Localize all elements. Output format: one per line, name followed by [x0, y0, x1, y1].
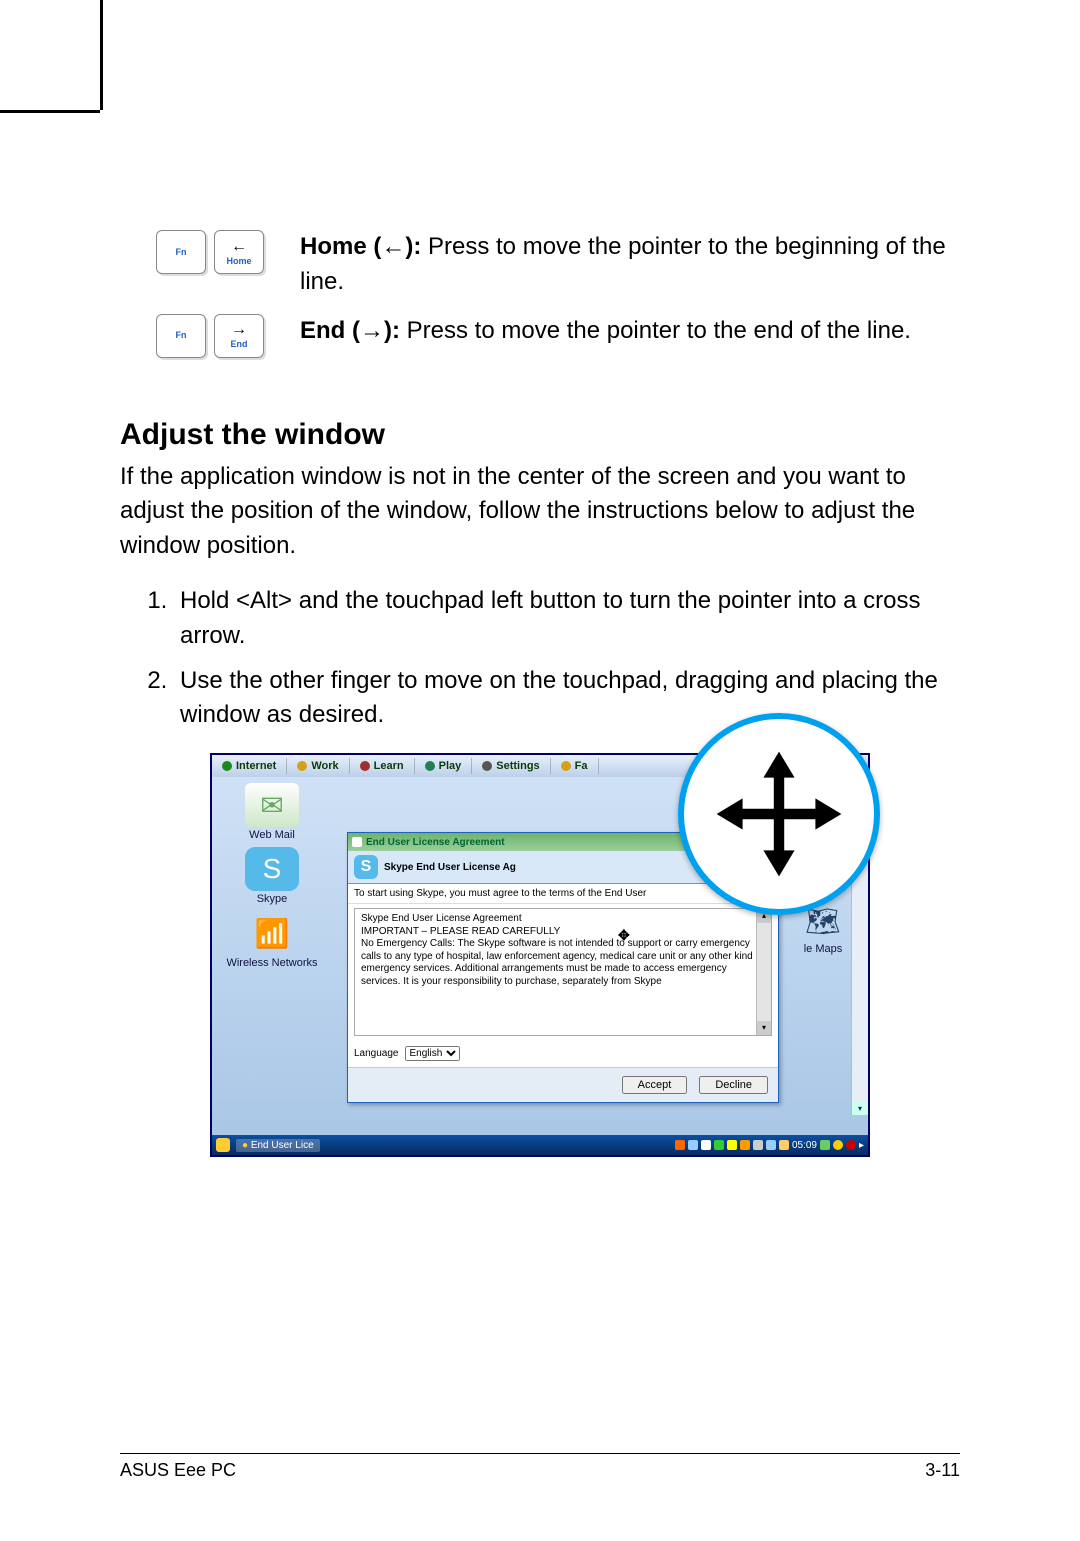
tab-play[interactable]: Play — [415, 758, 473, 774]
scroll-down-icon[interactable]: ▾ — [852, 1101, 868, 1115]
shortcut-desc-home: Home (←): Press to move the pointer to t… — [300, 230, 960, 300]
desktop-left-column: ✉ Web Mail S Skype 📶 Wireless Networks — [212, 777, 332, 1135]
eula-line: Skype End User License Agreement — [361, 913, 765, 926]
tray-icon[interactable] — [820, 1140, 830, 1150]
decline-button[interactable]: Decline — [699, 1076, 768, 1094]
tab-work[interactable]: Work — [287, 758, 349, 774]
scroll-down-icon[interactable]: ▾ — [757, 1021, 771, 1035]
step-item: Use the other finger to move on the touc… — [174, 664, 960, 734]
language-row: Language English — [348, 1040, 778, 1067]
section-intro: If the application window is not in the … — [120, 460, 960, 564]
page-footer: ASUS Eee PC 3-11 — [120, 1453, 960, 1481]
tray-icon[interactable] — [740, 1140, 750, 1150]
page-content: Fn ← Home Home (←): Press to move the po… — [120, 230, 960, 1157]
tray-icon[interactable] — [766, 1140, 776, 1150]
tray-expand-icon[interactable]: ▸ — [859, 1140, 864, 1151]
language-select[interactable]: English — [405, 1046, 460, 1061]
skype-icon: S — [245, 847, 299, 891]
move-cursor-callout — [678, 713, 880, 915]
dialog-title-icon — [352, 837, 362, 847]
tab-internet[interactable]: Internet — [212, 758, 287, 774]
taskbar-clock: 05:09 — [792, 1140, 817, 1151]
tray-icon[interactable] — [714, 1140, 724, 1150]
language-label: Language — [354, 1048, 399, 1059]
eula-line: IMPORTANT – PLEASE READ CAREFULLY — [361, 926, 765, 939]
footer-right: 3-11 — [925, 1460, 960, 1481]
dialog-button-row: Accept Decline — [348, 1067, 778, 1102]
tray-icon[interactable] — [753, 1140, 763, 1150]
work-icon — [297, 761, 307, 771]
tray-icon[interactable] — [688, 1140, 698, 1150]
tray-icon[interactable] — [675, 1140, 685, 1150]
tray-icon[interactable] — [846, 1140, 856, 1150]
step-item: Hold <Alt> and the touchpad left button … — [174, 584, 960, 654]
star-icon — [561, 761, 571, 771]
tray-icon[interactable] — [833, 1140, 843, 1150]
play-icon — [425, 761, 435, 771]
eula-line: No Emergency Calls: The Skype software i… — [361, 938, 765, 988]
skype-icon: S — [354, 855, 378, 879]
wifi-icon: 📶 — [245, 911, 299, 955]
system-tray: 05:09 ▸ — [675, 1140, 864, 1151]
desktop-icon-wireless[interactable]: 📶 Wireless Networks — [226, 911, 317, 969]
key-home: ← Home — [214, 230, 264, 274]
shortcut-desc-end: End (→): Press to move the pointer to th… — [300, 314, 911, 349]
arrow-left-icon: ← — [231, 239, 247, 255]
home-icon[interactable] — [216, 1138, 230, 1152]
eula-textbox[interactable]: Skype End User License Agreement IMPORTA… — [354, 908, 772, 1036]
taskbar-left: ● End User Lice — [216, 1138, 320, 1152]
globe-icon — [222, 761, 232, 771]
taskbar-item[interactable]: ● End User Lice — [236, 1139, 320, 1152]
shortcut-row-end: Fn → End End (→): Press to move the poin… — [120, 314, 960, 358]
dialog-title: End User License Agreement — [366, 837, 505, 848]
screenshot-figure: Internet Work Learn Play Settings Fa ✉ W… — [210, 753, 870, 1157]
tray-icon[interactable] — [701, 1140, 711, 1150]
key-combo-end: Fn → End — [120, 314, 300, 358]
shortcut-row-home: Fn ← Home Home (←): Press to move the po… — [120, 230, 960, 300]
dialog-subtitle: Skype End User License Ag — [384, 862, 516, 873]
tray-icon[interactable] — [727, 1140, 737, 1150]
crop-mark-horizontal — [0, 110, 100, 113]
tab-favorites-cut[interactable]: Fa — [551, 758, 599, 774]
key-end: → End — [214, 314, 264, 358]
accept-button[interactable]: Accept — [622, 1076, 688, 1094]
footer-left: ASUS Eee PC — [120, 1460, 236, 1481]
key-combo-home: Fn ← Home — [120, 230, 300, 274]
battery-icon[interactable] — [779, 1140, 789, 1150]
section-heading: Adjust the window — [120, 418, 960, 452]
four-arrow-move-icon — [714, 749, 844, 879]
taskbar: ● End User Lice 05:09 — [212, 1135, 868, 1155]
crop-mark-vertical — [100, 0, 103, 110]
key-fn: Fn — [156, 314, 206, 358]
envelope-icon: ✉ — [245, 783, 299, 827]
eula-area: Skype End User License Agreement IMPORTA… — [348, 904, 778, 1040]
steps-list: Hold <Alt> and the touchpad left button … — [120, 584, 960, 733]
eula-scrollbar[interactable]: ▴ ▾ — [756, 909, 771, 1035]
desktop-icon-skype[interactable]: S Skype — [245, 847, 299, 905]
desktop-icon-webmail[interactable]: ✉ Web Mail — [245, 783, 299, 841]
settings-icon — [482, 761, 492, 771]
learn-icon — [360, 761, 370, 771]
arrow-right-icon: → — [231, 322, 247, 338]
tab-settings[interactable]: Settings — [472, 758, 550, 774]
tab-learn[interactable]: Learn — [350, 758, 415, 774]
key-fn: Fn — [156, 230, 206, 274]
